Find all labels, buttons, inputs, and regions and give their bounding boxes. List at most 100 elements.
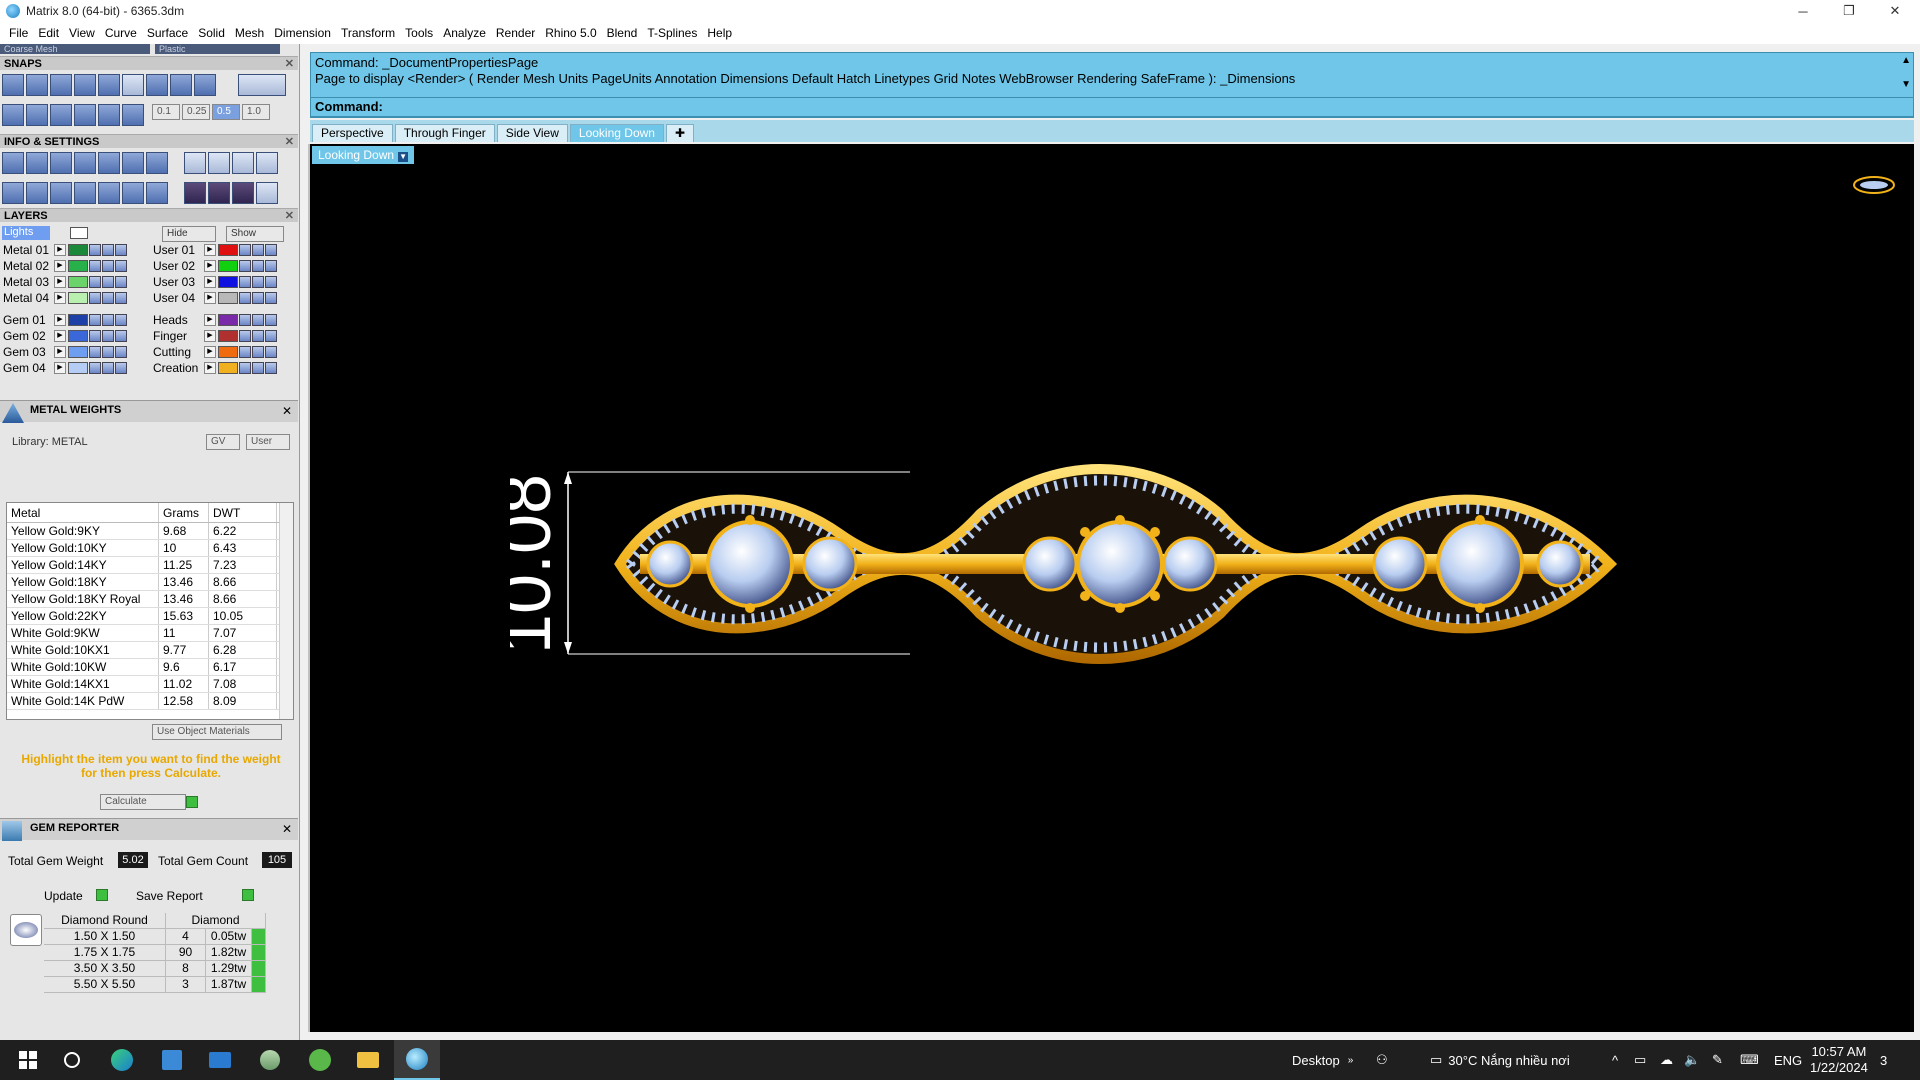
menu-tools[interactable]: Tools bbox=[400, 26, 438, 40]
snap-line-icon[interactable] bbox=[74, 104, 96, 126]
lock-icon[interactable] bbox=[239, 345, 251, 358]
layer-row[interactable]: User 03 ▶ bbox=[150, 274, 277, 289]
update-label[interactable]: Update bbox=[44, 889, 83, 903]
select-icon[interactable] bbox=[115, 361, 127, 374]
layer-row[interactable]: User 02 ▶ bbox=[150, 258, 277, 273]
sphere-icon[interactable] bbox=[232, 182, 254, 204]
select-icon[interactable] bbox=[265, 243, 277, 256]
tab-through-finger[interactable]: Through Finger bbox=[394, 124, 495, 142]
lock-icon[interactable] bbox=[89, 361, 101, 374]
lock-icon[interactable] bbox=[89, 291, 101, 304]
snap-cursor-icon[interactable] bbox=[122, 104, 144, 126]
table-row[interactable]: Yellow Gold:18KY Royal 13.46 8.66 bbox=[7, 591, 293, 608]
expand-arrow-icon[interactable]: ▶ bbox=[54, 313, 66, 326]
expand-arrow-icon[interactable]: ▶ bbox=[54, 259, 66, 272]
layer-color-swatch[interactable] bbox=[68, 361, 88, 374]
mail-icon[interactable] bbox=[200, 1040, 240, 1080]
snap-step-025[interactable]: 0.25 bbox=[182, 104, 210, 120]
layer-color-swatch[interactable] bbox=[218, 329, 238, 342]
select-icon[interactable] bbox=[115, 329, 127, 342]
snap-near-icon[interactable] bbox=[98, 74, 120, 96]
select-icon[interactable] bbox=[115, 259, 127, 272]
material-dropdown[interactable]: Plastic bbox=[155, 44, 280, 54]
menu-help[interactable]: Help bbox=[702, 26, 737, 40]
viewport[interactable]: Looking Down ▼ 10.08 bbox=[308, 144, 1914, 1032]
visibility-icon[interactable] bbox=[102, 243, 114, 256]
snap-toggle-icon[interactable] bbox=[238, 74, 286, 96]
select-icon[interactable] bbox=[115, 291, 127, 304]
snap-mid-icon[interactable] bbox=[50, 74, 72, 96]
update-play-icon[interactable] bbox=[96, 889, 108, 901]
layer-color-swatch[interactable] bbox=[68, 345, 88, 358]
layer-color-swatch[interactable] bbox=[218, 259, 238, 272]
menu-blend[interactable]: Blend bbox=[602, 26, 643, 40]
menu-mesh[interactable]: Mesh bbox=[230, 26, 269, 40]
keyboard-icon[interactable]: ⌨ bbox=[1740, 1040, 1759, 1080]
layer-row[interactable]: Heads ▶ bbox=[150, 312, 277, 327]
layer-color-swatch[interactable] bbox=[68, 313, 88, 326]
layer-row[interactable]: Metal 03 ▶ bbox=[0, 274, 127, 289]
lock-icon[interactable] bbox=[89, 329, 101, 342]
render-icon[interactable] bbox=[184, 152, 206, 174]
table-row[interactable]: White Gold:10KW 9.6 6.17 bbox=[7, 659, 293, 676]
select-icon[interactable] bbox=[115, 345, 127, 358]
disk-icon[interactable] bbox=[146, 182, 168, 204]
clock[interactable]: 10:57 AM 1/22/2024 bbox=[1810, 1040, 1868, 1080]
lock-icon[interactable] bbox=[89, 243, 101, 256]
lights-layer[interactable]: Lights bbox=[2, 226, 50, 240]
visibility-icon[interactable] bbox=[102, 313, 114, 326]
lock-icon[interactable] bbox=[89, 345, 101, 358]
expand-arrow-icon[interactable]: ▶ bbox=[204, 345, 216, 358]
col-grams[interactable]: Grams bbox=[159, 503, 209, 522]
menu-surface[interactable]: Surface bbox=[142, 26, 193, 40]
layer-row[interactable]: User 04 ▶ bbox=[150, 290, 277, 305]
snap-tan-icon[interactable] bbox=[194, 74, 216, 96]
visibility-icon[interactable] bbox=[102, 329, 114, 342]
cam-icon[interactable] bbox=[184, 182, 206, 204]
expand-arrow-icon[interactable]: ▶ bbox=[54, 361, 66, 374]
layer-color-swatch[interactable] bbox=[68, 291, 88, 304]
printer-icon[interactable] bbox=[50, 152, 72, 174]
command-input[interactable]: Command: bbox=[310, 97, 1914, 117]
layer-row[interactable]: Metal 01 ▶ bbox=[0, 242, 127, 257]
menu-tsplines[interactable]: T-Splines bbox=[642, 26, 702, 40]
table-row[interactable]: White Gold:10KX1 9.77 6.28 bbox=[7, 642, 293, 659]
save-report-play-icon[interactable] bbox=[242, 889, 254, 901]
lock-icon[interactable] bbox=[239, 313, 251, 326]
menu-solid[interactable]: Solid bbox=[193, 26, 230, 40]
table-row[interactable]: White Gold:9KW 11 7.07 bbox=[7, 625, 293, 642]
visibility-icon[interactable] bbox=[252, 275, 264, 288]
expand-arrow-icon[interactable]: ▶ bbox=[204, 313, 216, 326]
expand-arrow-icon[interactable]: ▶ bbox=[204, 329, 216, 342]
menu-view[interactable]: View bbox=[64, 26, 100, 40]
monitor-icon[interactable] bbox=[26, 182, 48, 204]
layer-color-swatch[interactable] bbox=[68, 329, 88, 342]
show-button[interactable]: Show bbox=[226, 226, 284, 242]
snap-step-01[interactable]: 0.1 bbox=[152, 104, 180, 120]
tools-icon[interactable] bbox=[122, 182, 144, 204]
gv-button[interactable]: GV bbox=[206, 434, 240, 450]
search-icon[interactable] bbox=[52, 1040, 92, 1080]
visibility-icon[interactable] bbox=[102, 361, 114, 374]
layer-row[interactable]: User 01 ▶ bbox=[150, 242, 277, 257]
layer-row[interactable]: Metal 02 ▶ bbox=[0, 258, 127, 273]
pen-icon[interactable]: ✎ bbox=[1712, 1040, 1723, 1080]
snap-pencil-icon[interactable] bbox=[50, 104, 72, 126]
lock-icon[interactable] bbox=[239, 275, 251, 288]
light-icon[interactable] bbox=[208, 182, 230, 204]
play-icon[interactable] bbox=[252, 961, 266, 976]
use-object-materials[interactable]: Use Object Materials bbox=[152, 724, 282, 740]
menu-analyze[interactable]: Analyze bbox=[438, 26, 491, 40]
play-icon[interactable] bbox=[252, 929, 266, 944]
minimize-button[interactable]: ─ bbox=[1780, 0, 1826, 22]
expand-arrow-icon[interactable]: ▶ bbox=[54, 291, 66, 304]
calculate-button[interactable]: Calculate bbox=[100, 794, 186, 810]
play-icon[interactable] bbox=[252, 977, 266, 992]
menu-dimension[interactable]: Dimension bbox=[269, 26, 336, 40]
lock-icon[interactable] bbox=[239, 329, 251, 342]
desktop-label[interactable]: Desktop » bbox=[1292, 1040, 1353, 1080]
col-dwt[interactable]: DWT bbox=[209, 503, 277, 522]
select-icon[interactable] bbox=[265, 275, 277, 288]
folder-icon[interactable] bbox=[348, 1040, 388, 1080]
save-icon[interactable] bbox=[98, 152, 120, 174]
